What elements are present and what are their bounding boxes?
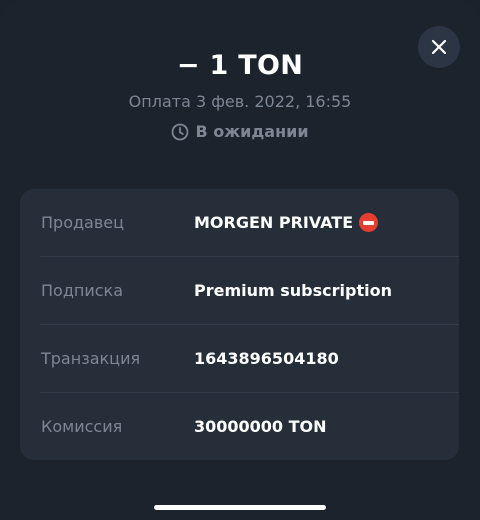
transaction-amount: − 1 TON bbox=[176, 50, 304, 81]
transaction-sheet: − 1 TON Оплата 3 фев. 2022, 16:55 В ожид… bbox=[0, 0, 480, 520]
details-card: Продавец MORGEN PRIVATE Подписка Premium… bbox=[20, 189, 459, 460]
seller-label: Продавец bbox=[41, 213, 125, 232]
detail-row-transaction: Транзакция 1643896504180 bbox=[20, 325, 459, 392]
detail-row-seller: Продавец MORGEN PRIVATE bbox=[20, 189, 459, 256]
clock-icon bbox=[172, 123, 189, 140]
transaction-date: Оплата 3 фев. 2022, 16:55 bbox=[128, 92, 352, 111]
subscription-value: Premium subscription bbox=[194, 281, 392, 300]
detail-row-subscription: Подписка Premium subscription bbox=[20, 257, 459, 324]
seller-value[interactable]: MORGEN PRIVATE bbox=[194, 213, 353, 232]
fee-label: Комиссия bbox=[41, 417, 123, 436]
home-indicator[interactable] bbox=[154, 505, 326, 510]
seller-value-container: MORGEN PRIVATE bbox=[194, 213, 379, 232]
status-label: В ожидании bbox=[195, 122, 309, 141]
transaction-status: В ожидании bbox=[0, 122, 480, 141]
fee-value: 30000000 TON bbox=[194, 417, 327, 436]
transaction-id-value[interactable]: 1643896504180 bbox=[194, 349, 339, 368]
subscription-label: Подписка bbox=[41, 281, 124, 300]
no-entry-icon bbox=[359, 213, 379, 232]
detail-row-fee: Комиссия 30000000 TON bbox=[20, 393, 459, 460]
transaction-label: Транзакция bbox=[41, 349, 141, 368]
